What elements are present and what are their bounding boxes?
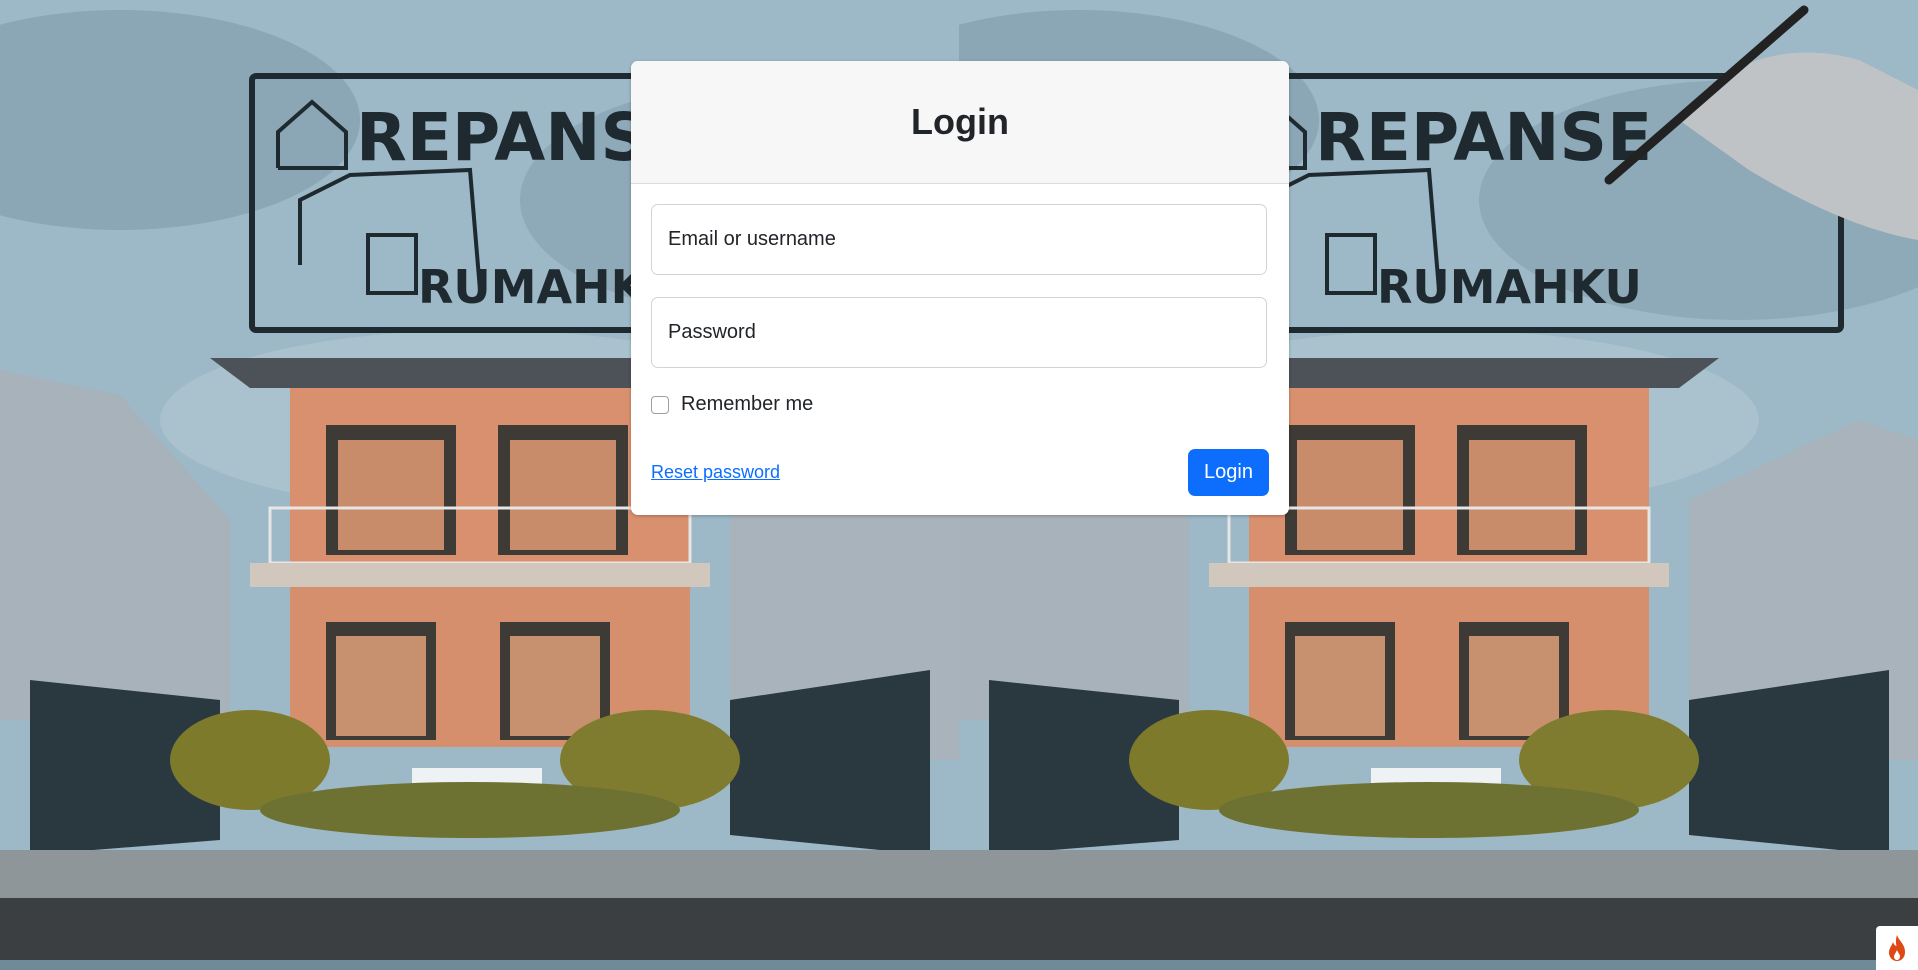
logo-top-text: REPANSE xyxy=(1315,99,1652,176)
email-field xyxy=(651,204,1267,275)
flame-icon xyxy=(1889,935,1905,961)
logo-bottom-text: RUMAHKU xyxy=(1377,260,1642,314)
login-button[interactable]: Login xyxy=(1188,449,1269,496)
reset-password-link[interactable]: Reset password xyxy=(651,462,780,483)
debug-toolbar-button[interactable] xyxy=(1876,926,1918,970)
remember-me-label[interactable]: Remember me xyxy=(681,393,813,416)
login-title: Login xyxy=(911,101,1009,142)
background-strip xyxy=(0,960,1918,970)
remember-me-checkbox[interactable] xyxy=(651,395,669,414)
login-card: Login Remember me Reset password Login xyxy=(631,61,1289,515)
email-input[interactable] xyxy=(652,205,1266,274)
password-input[interactable] xyxy=(652,298,1266,367)
password-field xyxy=(651,297,1267,368)
login-card-header: Login xyxy=(631,61,1289,184)
remember-me-row: Remember me xyxy=(651,393,813,416)
